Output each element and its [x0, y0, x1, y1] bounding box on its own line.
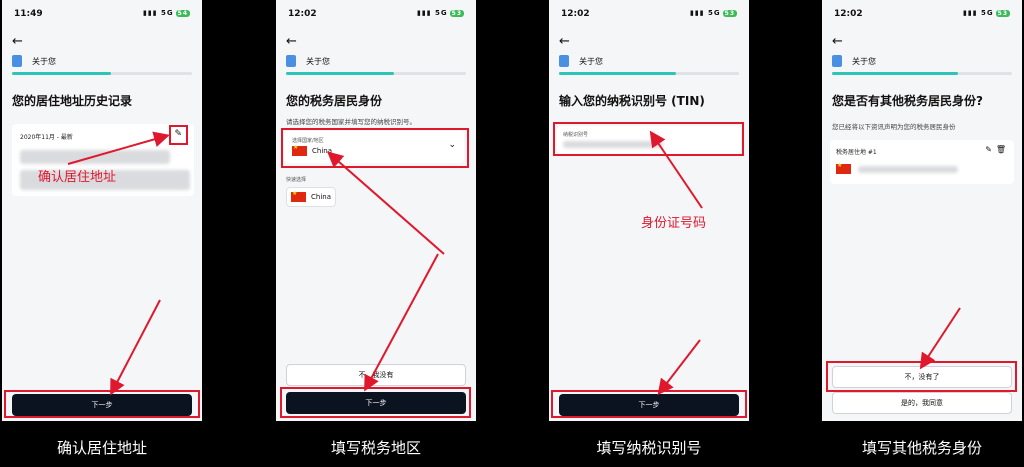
arrow-to-no — [919, 307, 961, 370]
arrow-to-select — [326, 151, 445, 255]
annotation-arrows — [67, 130, 961, 396]
arrow-to-next-3 — [657, 339, 701, 396]
caption-2: 填写税务地区 — [330, 439, 421, 457]
caption-1: 确认居住地址 — [56, 439, 147, 457]
arrow-to-tin — [649, 130, 703, 209]
caption-4: 填写其他税务身份 — [861, 439, 982, 457]
arrow-to-edit — [67, 131, 170, 165]
arrow-to-next-1 — [110, 299, 161, 396]
arrow-to-next-2 — [364, 253, 439, 392]
caption-3: 填写纳税识别号 — [596, 439, 702, 457]
